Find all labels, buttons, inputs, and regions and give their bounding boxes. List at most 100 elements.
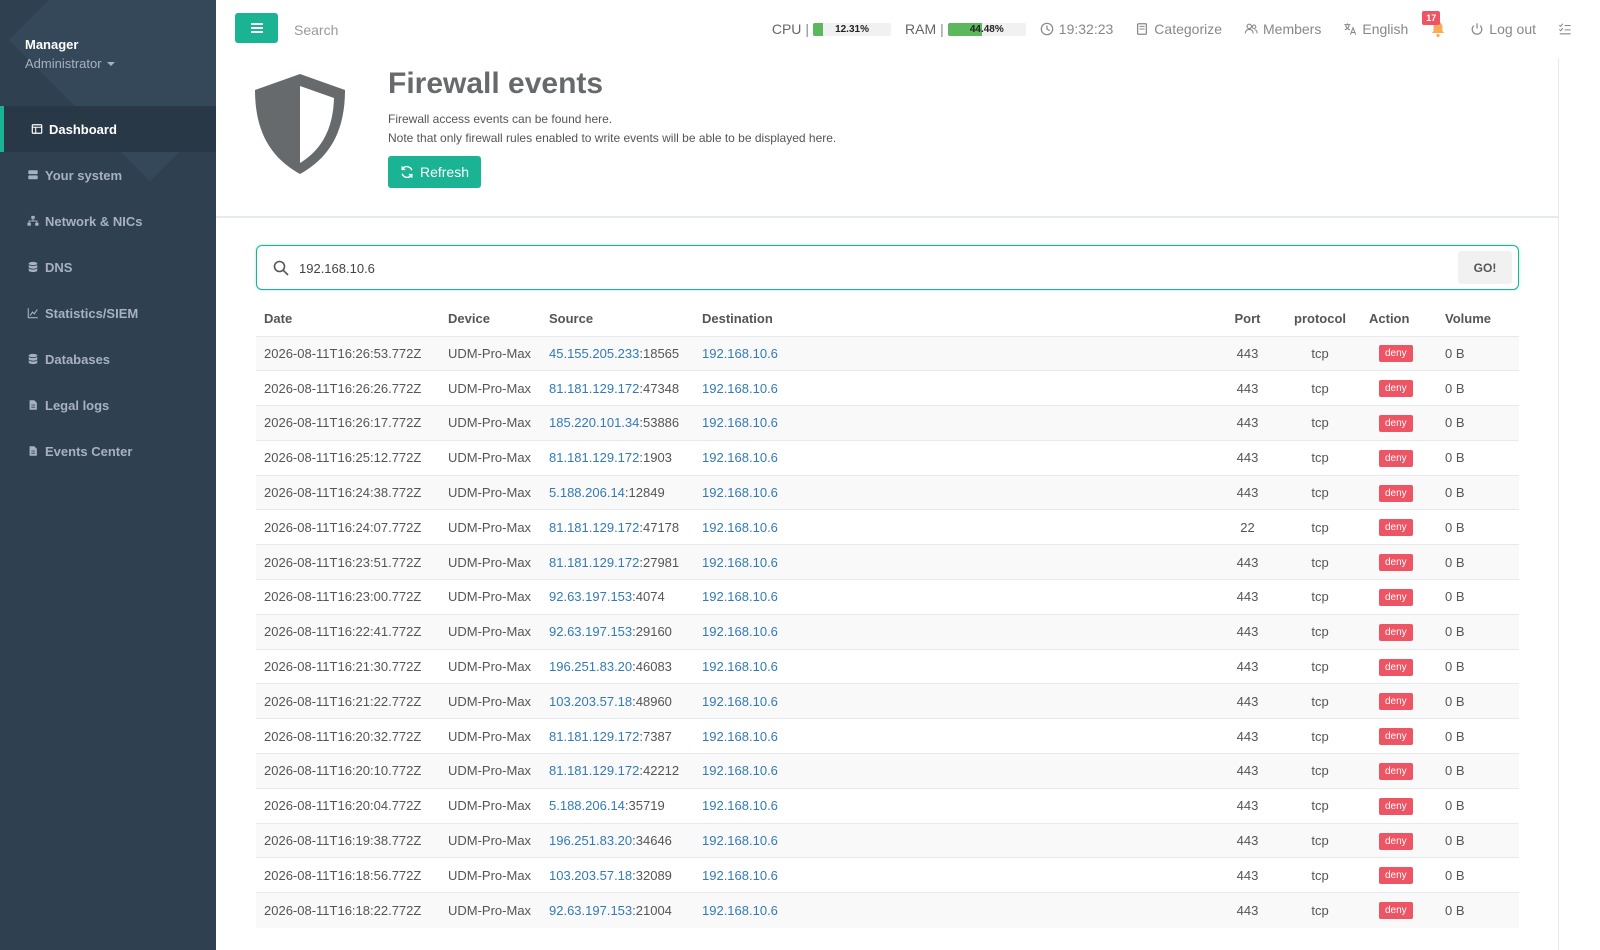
go-button[interactable]: GO! <box>1458 251 1512 284</box>
source-ip-link[interactable]: 81.181.129.172 <box>549 520 639 535</box>
clock-time: 19:32:23 <box>1058 21 1114 37</box>
table-row: 2026-08-11T16:26:26.772Z UDM-Pro-Max 81.18… <box>256 370 1519 406</box>
sidebar-item-legal-logs[interactable]: Legal logs <box>0 382 216 428</box>
cell-port: 443 <box>1216 370 1279 406</box>
cell-protocol: tcp <box>1279 613 1361 650</box>
users-icon <box>1244 23 1258 34</box>
source-ip-link[interactable]: 81.181.129.172 <box>549 450 639 465</box>
column-port[interactable]: Port <box>1216 302 1279 337</box>
cell-destination: 192.168.10.6 <box>694 892 1216 928</box>
destination-ip-link[interactable]: 192.168.10.6 <box>702 346 778 361</box>
source-ip-link[interactable]: 103.203.57.18 <box>549 694 632 709</box>
source-ip-link[interactable]: 196.251.83.20 <box>549 659 632 674</box>
profile-block: Manager Administrator <box>25 37 115 71</box>
destination-ip-link[interactable]: 192.168.10.6 <box>702 763 778 778</box>
shield-icon <box>255 74 345 174</box>
column-device[interactable]: Device <box>440 302 541 337</box>
source-ip-link[interactable]: 5.188.206.14 <box>549 798 625 813</box>
logout-link[interactable]: Log out <box>1470 21 1536 37</box>
cell-source: 196.251.83.20:46083 <box>541 648 694 684</box>
event-search-input[interactable] <box>299 258 1399 278</box>
menu-toggle-button[interactable] <box>235 13 278 43</box>
destination-ip-link[interactable]: 192.168.10.6 <box>702 694 778 709</box>
destination-ip-link[interactable]: 192.168.10.6 <box>702 833 778 848</box>
action-badge: deny <box>1379 832 1413 850</box>
source-ip-link[interactable]: 81.181.129.172 <box>549 381 639 396</box>
cell-action: deny <box>1361 579 1437 615</box>
refresh-icon <box>401 165 413 179</box>
notifications-button[interactable]: 17 <box>1422 11 1446 39</box>
destination-ip-link[interactable]: 192.168.10.6 <box>702 729 778 744</box>
destination-ip-link[interactable]: 192.168.10.6 <box>702 798 778 813</box>
sidebar-item-statistics-siem[interactable]: Statistics/SIEM <box>0 290 216 336</box>
destination-ip-link[interactable]: 192.168.10.6 <box>702 415 778 430</box>
sidebar-item-events-center[interactable]: Events Center <box>0 428 216 474</box>
members-link[interactable]: Members <box>1244 21 1321 37</box>
cell-date: 2026-08-11T16:20:32.772Z <box>256 718 440 754</box>
cell-action: deny <box>1361 405 1437 441</box>
cell-device: UDM-Pro-Max <box>440 822 541 858</box>
cell-destination: 192.168.10.6 <box>694 509 1216 545</box>
destination-ip-link[interactable]: 192.168.10.6 <box>702 381 778 396</box>
categorize-link[interactable]: Categorize <box>1135 21 1222 37</box>
source-ip-link[interactable]: 5.188.206.14 <box>549 485 625 500</box>
sidebar-item-your-system[interactable]: Your system <box>0 152 216 198</box>
refresh-button[interactable]: Refresh <box>388 156 481 188</box>
destination-ip-link[interactable]: 192.168.10.6 <box>702 520 778 535</box>
cell-action: deny <box>1361 683 1437 719</box>
sidebar-nav: Dashboard Your system Network & NICs DNS Sta… <box>0 106 216 474</box>
source-ip-link[interactable]: 103.203.57.18 <box>549 868 632 883</box>
sidebar-item-databases[interactable]: Databases <box>0 336 216 382</box>
column-protocol[interactable]: protocol <box>1279 302 1361 337</box>
destination-ip-link[interactable]: 192.168.10.6 <box>702 903 778 918</box>
ram-metric: RAM | 44.48% <box>905 21 1026 37</box>
source-ip-link[interactable]: 92.63.197.153 <box>549 903 632 918</box>
table-row: 2026-08-11T16:20:10.772Z UDM-Pro-Max 81.18… <box>256 753 1519 789</box>
cell-port: 443 <box>1216 718 1279 754</box>
sidebar-item-network-nics[interactable]: Network & NICs <box>0 198 216 244</box>
source-ip-link[interactable]: 92.63.197.153 <box>549 624 632 639</box>
cell-volume: 0 B <box>1437 370 1519 406</box>
source-ip-link[interactable]: 81.181.129.172 <box>549 763 639 778</box>
destination-ip-link[interactable]: 192.168.10.6 <box>702 485 778 500</box>
destination-ip-link[interactable]: 192.168.10.6 <box>702 868 778 883</box>
cell-port: 443 <box>1216 544 1279 580</box>
source-ip-link[interactable]: 81.181.129.172 <box>549 729 639 744</box>
cell-action: deny <box>1361 439 1437 476</box>
cell-device: UDM-Pro-Max <box>440 544 541 580</box>
source-ip-link[interactable]: 196.251.83.20 <box>549 833 632 848</box>
column-destination[interactable]: Destination <box>694 302 1216 337</box>
cell-date: 2026-08-11T16:20:10.772Z <box>256 753 440 789</box>
destination-ip-link[interactable]: 192.168.10.6 <box>702 659 778 674</box>
column-action[interactable]: Action <box>1361 302 1437 337</box>
cell-date: 2026-08-11T16:24:07.772Z <box>256 509 440 545</box>
profile-role-dropdown[interactable]: Administrator <box>25 56 115 71</box>
source-ip-link[interactable]: 92.63.197.153 <box>549 589 632 604</box>
language-link[interactable]: English <box>1343 21 1408 37</box>
destination-ip-link[interactable]: 192.168.10.6 <box>702 624 778 639</box>
table-row: 2026-08-11T16:21:30.772Z UDM-Pro-Max 196.2… <box>256 648 1519 684</box>
cpu-progress-bar: 12.31% <box>813 22 892 36</box>
source-ip-link[interactable]: 185.220.101.34 <box>549 415 639 430</box>
top-bar-right: CPU | 12.31% RAM | 44.48% 19:32:23 Categor… <box>772 0 1600 58</box>
table-row: 2026-08-11T16:24:07.772Z UDM-Pro-Max 81.18… <box>256 509 1519 545</box>
cell-source: 5.188.206.14:35719 <box>541 787 694 824</box>
sidebar-item-dns[interactable]: DNS <box>0 244 216 290</box>
task-list-button[interactable] <box>1558 22 1572 36</box>
top-search-input[interactable] <box>294 19 594 41</box>
sidebar-item-dashboard[interactable]: Dashboard <box>0 106 216 152</box>
cell-action: deny <box>1361 787 1437 824</box>
description-line-2: Note that only firewall rules enabled to… <box>388 131 837 145</box>
cell-action: deny <box>1361 822 1437 858</box>
action-badge: deny <box>1379 588 1413 606</box>
cell-protocol: tcp <box>1279 370 1361 406</box>
destination-ip-link[interactable]: 192.168.10.6 <box>702 450 778 465</box>
column-volume[interactable]: Volume <box>1437 302 1519 337</box>
destination-ip-link[interactable]: 192.168.10.6 <box>702 555 778 570</box>
column-source[interactable]: Source <box>541 302 694 337</box>
column-date[interactable]: Date <box>256 302 440 337</box>
source-ip-link[interactable]: 81.181.129.172 <box>549 555 639 570</box>
action-badge: deny <box>1379 762 1413 780</box>
destination-ip-link[interactable]: 192.168.10.6 <box>702 589 778 604</box>
source-ip-link[interactable]: 45.155.205.233 <box>549 346 639 361</box>
